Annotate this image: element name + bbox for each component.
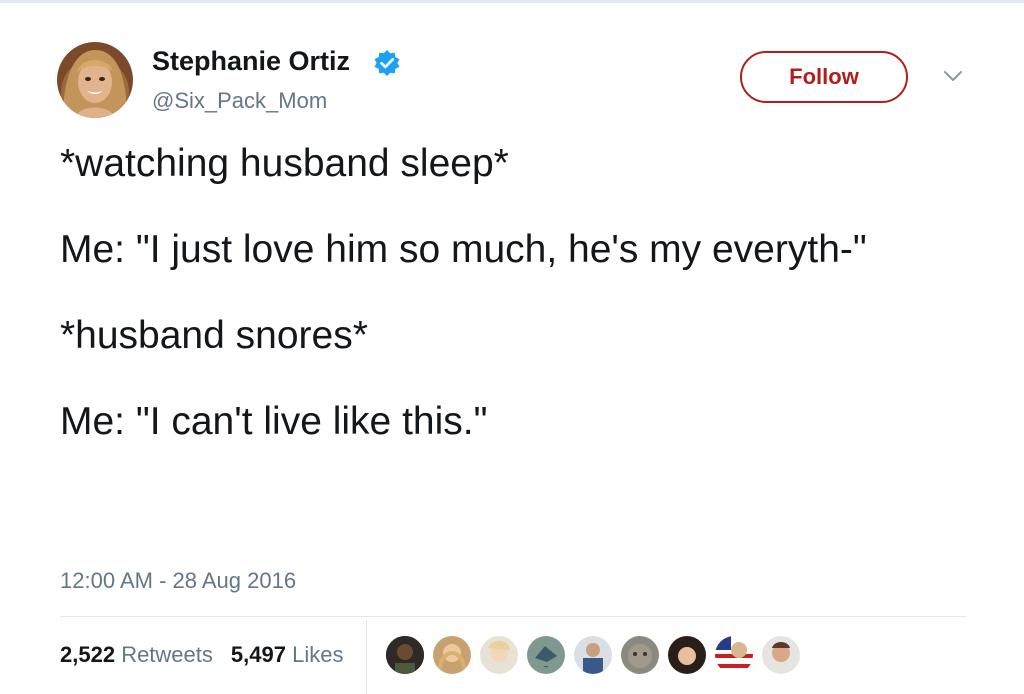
chevron-down-icon[interactable] (940, 66, 966, 86)
follow-button[interactable]: Follow (740, 51, 908, 103)
likes-stat[interactable]: 5,497 Likes (231, 642, 344, 668)
author-avatar[interactable] (57, 42, 133, 118)
tweet-line: Me: "I just love him so much, he's my ev… (60, 228, 867, 271)
tweet-timestamp[interactable]: 12:00 AM - 28 Aug 2016 (60, 568, 296, 594)
retweets-stat[interactable]: 2,522 Retweets (60, 642, 213, 668)
liker-avatar[interactable] (619, 634, 661, 676)
verified-badge-icon (374, 50, 400, 76)
likes-count: 5,497 (230, 642, 286, 667)
liker-avatar[interactable] (666, 634, 708, 676)
retweets-count: 2,522 (60, 642, 116, 667)
liker-avatar[interactable] (713, 634, 755, 676)
liker-avatar[interactable] (760, 634, 802, 676)
liker-avatar[interactable] (384, 634, 426, 676)
tweet-text: *watching husband sleep* Me: "I just lov… (60, 142, 960, 443)
svg-text:~: ~ (543, 663, 549, 671)
tweet-line: Me: "I can't live like this." (60, 400, 488, 443)
author-display-name[interactable]: Stephanie Ortiz (152, 46, 350, 77)
liker-avatar[interactable]: ~ (525, 634, 567, 676)
tweet-stats: 2,522 Retweets 5,497 Likes (60, 642, 343, 668)
liker-avatar[interactable] (572, 634, 614, 676)
stats-separator (366, 620, 367, 694)
avatar-photo-icon (57, 42, 133, 118)
likes-label: Likes (292, 642, 344, 667)
retweets-label: Retweets (121, 642, 213, 667)
tweet-line: *husband snores* (60, 314, 368, 357)
liker-avatar[interactable] (478, 634, 520, 676)
liker-avatar[interactable] (431, 634, 473, 676)
author-handle[interactable]: @Six_Pack_Mom (152, 88, 327, 114)
divider (60, 616, 966, 617)
top-border (0, 0, 1024, 3)
tweet-line: *watching husband sleep* (60, 142, 509, 185)
